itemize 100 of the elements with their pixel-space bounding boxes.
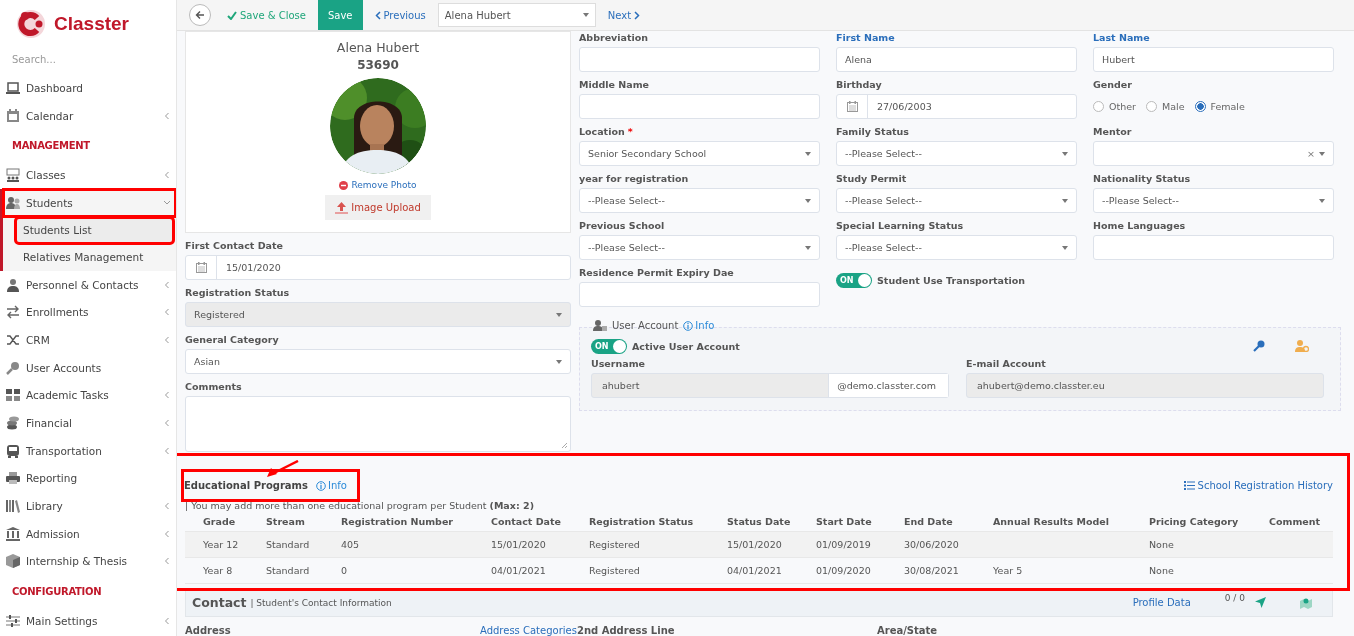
person-icon [6, 277, 20, 292]
nav-item[interactable]: User Accounts [0, 353, 176, 382]
column-header: Status Date [727, 515, 792, 527]
table-cell-text: 0 [341, 565, 349, 576]
table-cell-text: 405 [341, 539, 361, 550]
image-upload-button[interactable]: Image Upload [325, 195, 431, 220]
classroom-icon [6, 168, 20, 183]
info-icon [316, 480, 326, 491]
text-field[interactable] [579, 47, 820, 72]
info-link[interactable]: Info [683, 320, 715, 331]
text-field[interactable] [579, 94, 820, 119]
column-header: Comment [1269, 515, 1322, 527]
field-label: Study Permit [836, 172, 907, 186]
nav-item[interactable]: Reporting [0, 464, 176, 493]
chevron-icon [164, 617, 170, 626]
remove-photo-link[interactable]: Remove Photo [339, 180, 417, 190]
submenu-item[interactable]: Students List [15, 216, 174, 244]
field-label: Registration Status [185, 286, 290, 300]
nav-item[interactable]: Financial [0, 409, 176, 437]
section-heading: CONFIGURATION [11, 584, 103, 599]
select-field[interactable]: --Please Select-- [836, 188, 1077, 213]
radio-option[interactable]: Male [1146, 101, 1185, 112]
select-field[interactable]: --Please Select-- [836, 235, 1077, 260]
select-field[interactable]: Senior Secondary School [579, 141, 820, 166]
submenu-item[interactable]: Relatives Management [15, 243, 174, 271]
table-cell-text: 04/01/2021 [727, 565, 783, 576]
grid-icon [6, 388, 20, 403]
nav-item[interactable]: Admission [0, 519, 176, 548]
student-name: Alena Hubert [336, 40, 420, 55]
chevron-icon [164, 446, 170, 455]
caret-icon [805, 198, 811, 203]
building-icon [6, 526, 20, 541]
table-cell-text: 15/01/2020 [727, 539, 783, 550]
next-button[interactable]: Next [603, 9, 645, 21]
field-label: Address [185, 625, 232, 636]
upload-icon [335, 201, 349, 214]
sliders-icon [6, 614, 20, 629]
record-select[interactable]: Alena Hubert [437, 3, 596, 27]
toggle-label: Student Use Transportation [877, 275, 1026, 286]
users-icon [6, 195, 20, 210]
nav-item[interactable]: CRM [0, 326, 176, 354]
printer-icon [6, 471, 20, 486]
chevron-icon [164, 557, 170, 566]
info-link[interactable]: Info [316, 480, 347, 491]
select-field[interactable]: --Please Select-- [1093, 188, 1334, 213]
section-title: User Account [612, 320, 679, 331]
nav-item[interactable]: Transportation [0, 436, 176, 465]
address-categories-link[interactable]: Address Categories [480, 625, 577, 636]
email-field[interactable]: ahubert@demo.classter.eu [966, 373, 1324, 398]
table-cell-text: 30/06/2020 [904, 539, 960, 550]
radio-option[interactable]: Female [1194, 101, 1245, 112]
select-field[interactable]: Asian [185, 349, 571, 374]
section-subtitle: | Student's Contact Information [250, 597, 393, 608]
field-label: Middle Name [579, 78, 650, 92]
back-button[interactable] [189, 4, 211, 26]
nav-item[interactable]: Classes [0, 161, 176, 190]
list-icon [1183, 481, 1195, 490]
profile-data-link[interactable]: Profile Data [1132, 597, 1191, 608]
text-area[interactable] [185, 396, 571, 452]
cube-icon [6, 554, 20, 569]
resize-grip-icon [561, 442, 568, 449]
info-icon [683, 320, 694, 331]
field-label: Area/State [877, 625, 939, 636]
calendar-icon [195, 262, 207, 273]
text-field[interactable] [1093, 235, 1334, 260]
date-field[interactable]: 15/01/2020 [185, 255, 571, 280]
username-field[interactable]: ahubert @demo.classter.com [591, 373, 949, 398]
select-field[interactable]: --Please Select-- [579, 235, 820, 260]
column-header: Pricing Category [1149, 515, 1240, 527]
table-cell-text: Year 8 [203, 565, 234, 576]
date-field[interactable]: 27/06/2003 [836, 94, 1077, 119]
column-header: Start Date [816, 515, 873, 527]
calendar-icon [846, 101, 858, 112]
field-label: 2nd Address Line [577, 625, 676, 636]
text-field[interactable]: Alena [836, 47, 1077, 72]
nav-item[interactable]: Dashboard [0, 74, 176, 102]
caret-icon [1319, 198, 1325, 203]
previous-button[interactable]: Previous [370, 9, 430, 21]
student-id: 53690 [357, 58, 399, 72]
location-count: 0 / 0 [1224, 593, 1245, 603]
nav-item[interactable]: Main Settings [0, 607, 176, 635]
nav-item[interactable]: Library [0, 492, 176, 520]
clear-icon[interactable]: × [1307, 148, 1315, 159]
nav-item[interactable]: Calendar [0, 101, 176, 130]
select-field[interactable]: × [1093, 141, 1334, 166]
text-field[interactable] [579, 282, 820, 307]
nav-item[interactable]: Academic Tasks [0, 381, 176, 410]
table-cell-text: Registered [589, 539, 641, 550]
arrows-icon [6, 305, 20, 320]
text-field[interactable]: Hubert [1093, 47, 1334, 72]
nav-item[interactable]: Internship & Thesis [0, 547, 176, 576]
history-link[interactable]: School Registration History [1183, 480, 1333, 491]
table-cell-text: Standard [266, 539, 311, 550]
radio-option[interactable]: Other [1093, 101, 1136, 112]
nav-item[interactable]: Students [3, 189, 176, 217]
nav-item[interactable]: Enrollments [0, 298, 176, 327]
select-field[interactable]: --Please Select-- [579, 188, 820, 213]
select-field[interactable]: --Please Select-- [836, 141, 1077, 166]
coins-icon [6, 416, 20, 431]
nav-item[interactable]: Personnel & Contacts [0, 270, 176, 299]
